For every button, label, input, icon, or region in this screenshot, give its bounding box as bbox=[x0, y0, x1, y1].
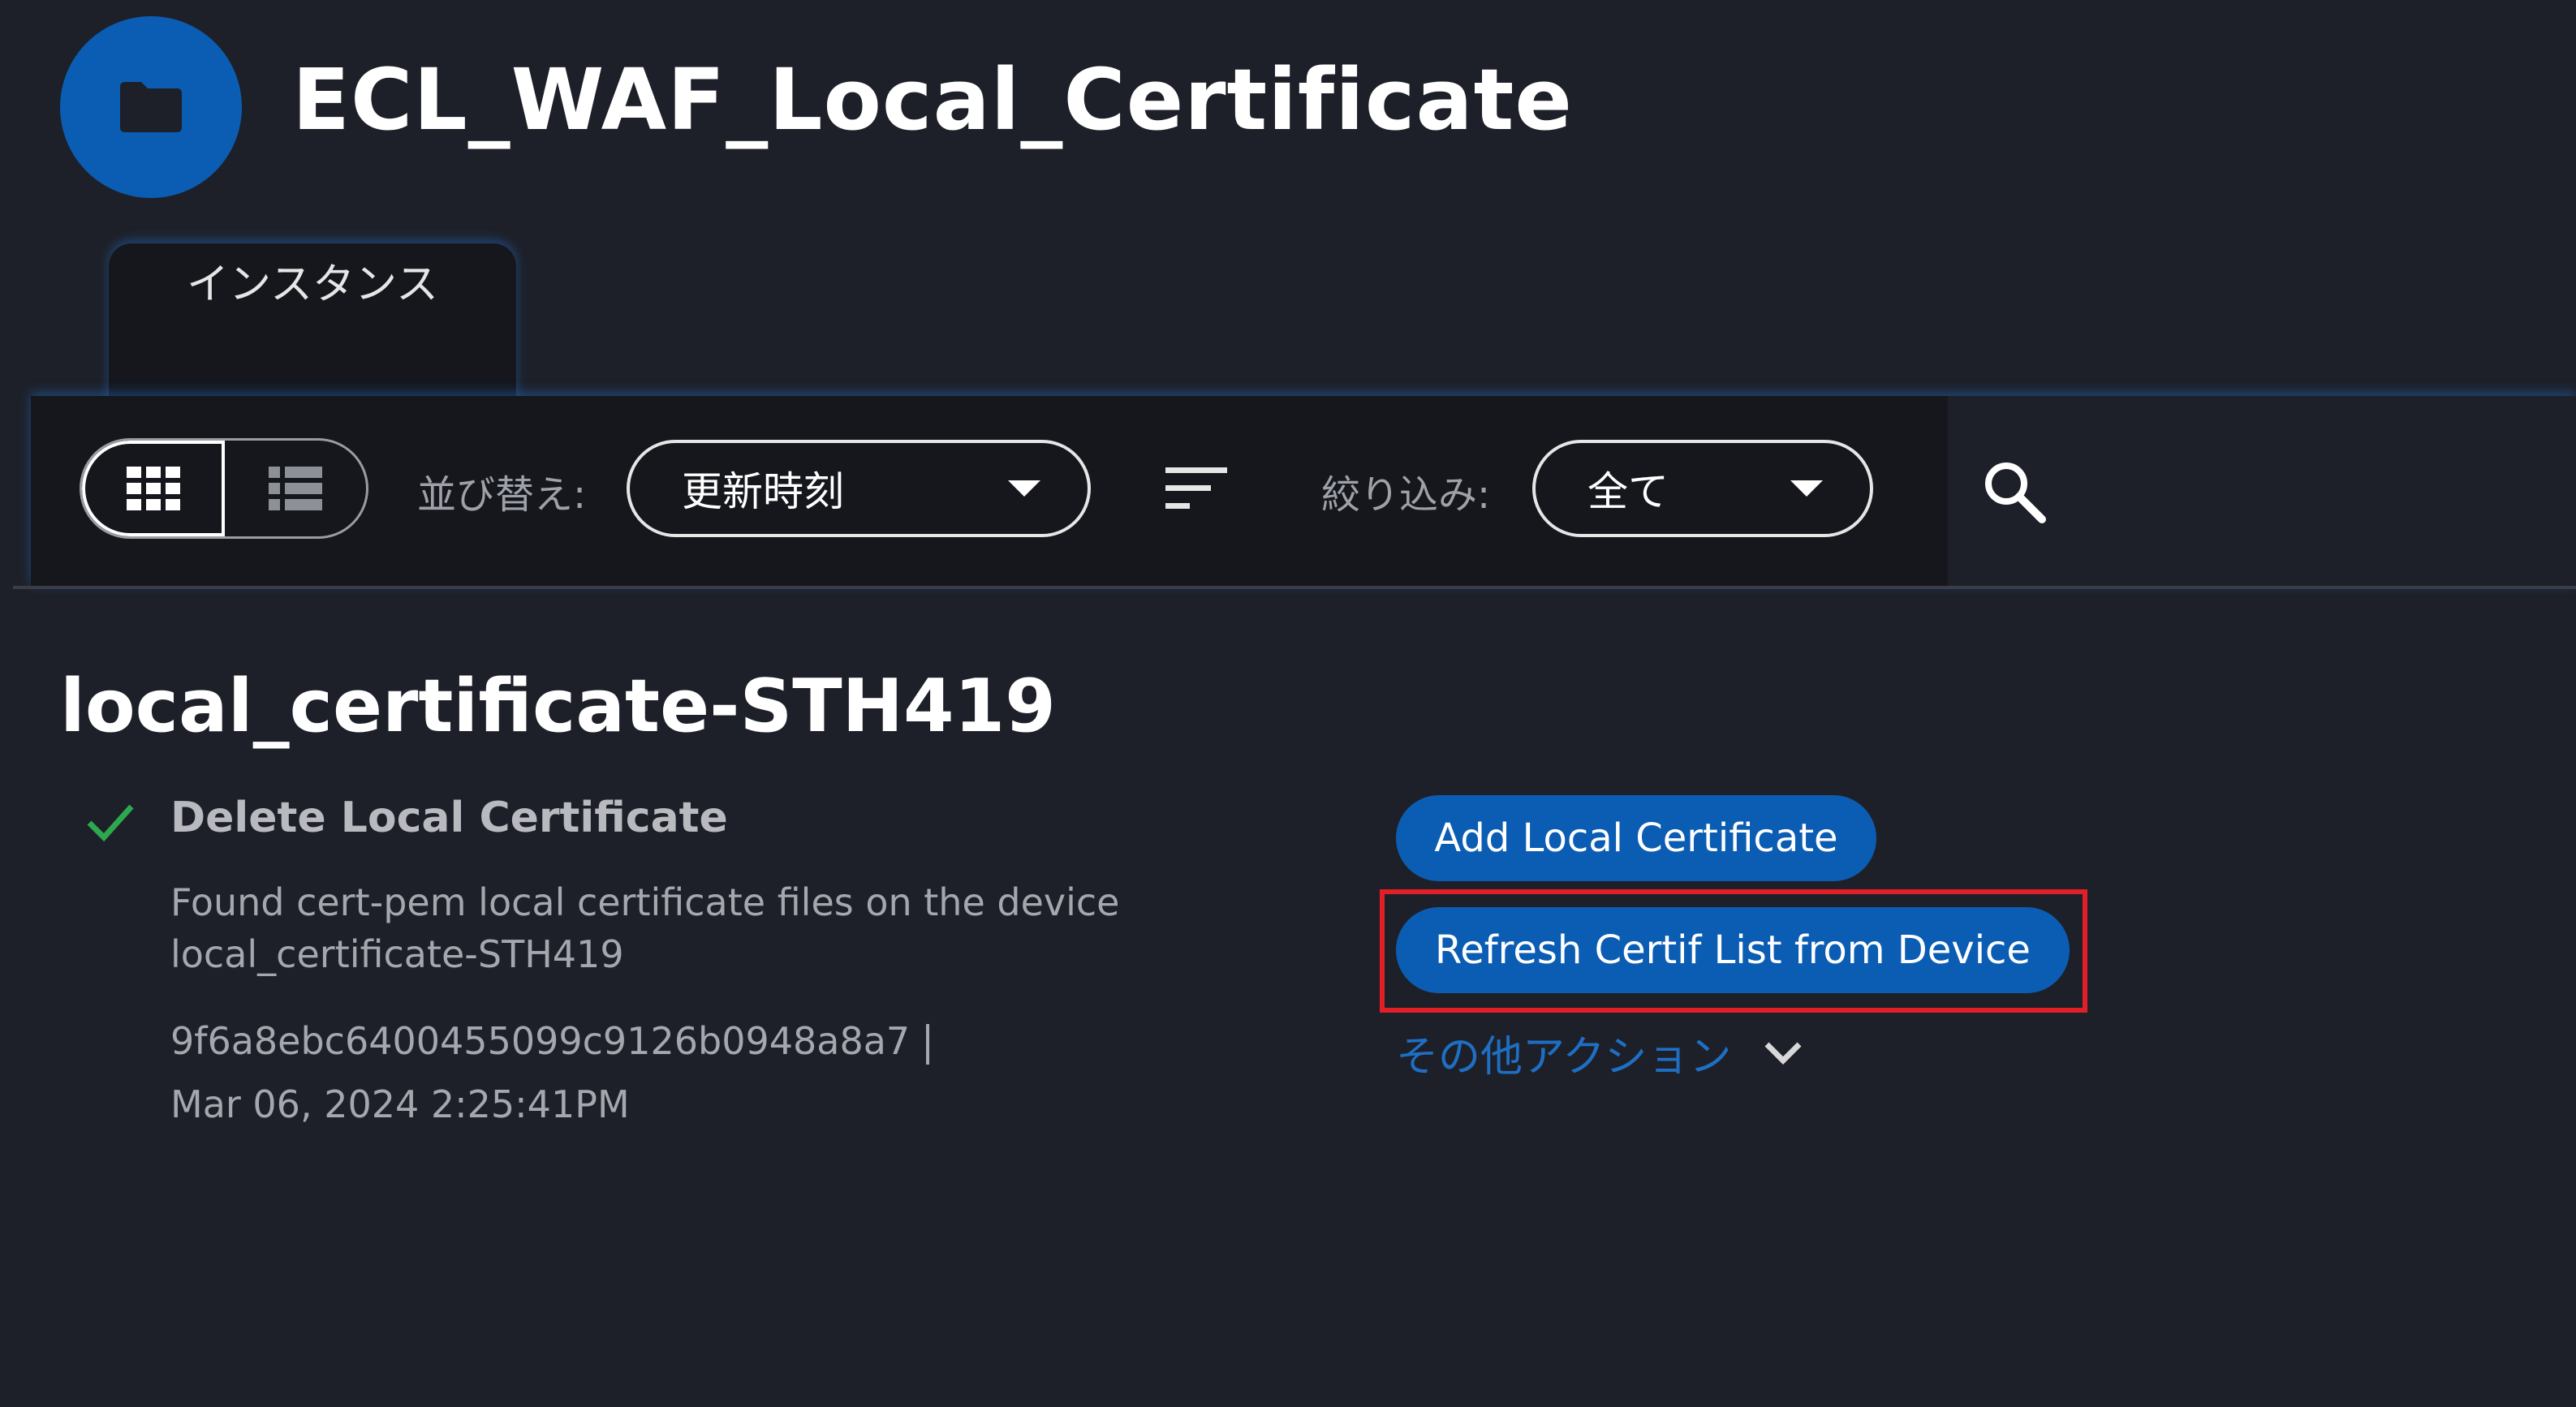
list-view-icon bbox=[269, 467, 322, 510]
grid-view-button[interactable] bbox=[82, 441, 225, 536]
tab-label: インスタンス bbox=[187, 260, 438, 309]
sort-select[interactable]: 更新時刻 bbox=[627, 440, 1091, 537]
more-actions-label: その他アクション bbox=[1396, 1033, 1732, 1082]
filter-label: 絞り込み: bbox=[1321, 472, 1491, 518]
filter-select[interactable]: 全て bbox=[1532, 440, 1873, 537]
execution-description: Found cert-pem local certificate files o… bbox=[170, 880, 1120, 976]
tab-instances[interactable]: インスタンス bbox=[109, 243, 516, 406]
chevron-down-icon bbox=[1790, 480, 1823, 497]
list-view-button[interactable] bbox=[225, 441, 366, 536]
divider bbox=[13, 586, 2576, 589]
folder-icon bbox=[120, 82, 182, 132]
view-toggle bbox=[80, 438, 368, 539]
grid-view-icon bbox=[127, 467, 180, 510]
instance-title[interactable]: local_certificate-STH419 bbox=[60, 664, 1056, 749]
app-avatar bbox=[60, 16, 242, 198]
execution-id: 9f6a8ebc6400455099c9126b0948a8a7 bbox=[170, 1019, 930, 1065]
chevron-down-icon bbox=[1008, 480, 1040, 497]
check-icon bbox=[87, 804, 134, 842]
sort-direction-icon[interactable] bbox=[1165, 467, 1227, 510]
search-icon[interactable] bbox=[1982, 459, 2047, 524]
more-actions-dropdown[interactable]: その他アクション bbox=[1396, 1022, 1803, 1083]
add-local-certificate-button[interactable]: Add Local Certificate bbox=[1396, 795, 1876, 881]
execution-id-value: 9f6a8ebc6400455099c9126b0948a8a7 bbox=[170, 1019, 911, 1063]
execution-timestamp: Mar 06, 2024 2:25:41PM bbox=[170, 1082, 630, 1126]
sort-label: 並び替え: bbox=[417, 472, 587, 518]
refresh-certif-list-button[interactable]: Refresh Certif List from Device bbox=[1396, 907, 2070, 993]
execution-title: Delete Local Certificate bbox=[170, 794, 728, 842]
chevron-down-icon bbox=[1764, 1042, 1802, 1065]
separator bbox=[926, 1023, 930, 1065]
page-title: ECL_WAF_Local_Certificate bbox=[292, 50, 1573, 149]
filter-select-value: 全て bbox=[1587, 468, 1669, 515]
page: ECL_WAF_Local_Certificate インスタンス 並び替え: 更… bbox=[0, 0, 2576, 1407]
sort-select-value: 更新時刻 bbox=[682, 468, 844, 515]
